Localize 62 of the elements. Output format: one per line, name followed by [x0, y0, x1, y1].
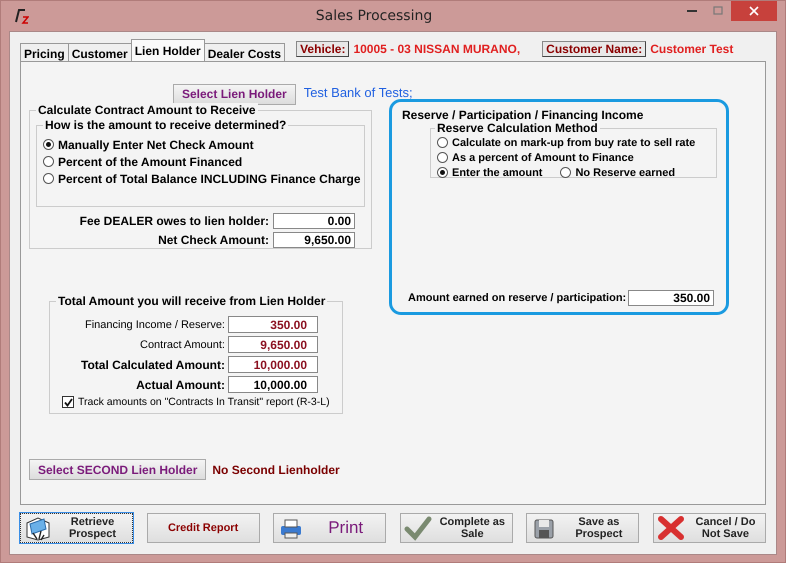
close-icon: [749, 6, 759, 16]
group-title: Total Amount you will receive from Lien Holder: [56, 294, 328, 308]
maximize-icon: [713, 6, 723, 16]
field-label: Customer Name:: [542, 40, 646, 56]
input-field[interactable]: 350.00: [228, 316, 318, 333]
second-lien-holder-status: No Second Lienholder: [212, 462, 340, 476]
check-icon: [64, 398, 72, 406]
toolbar-button[interactable]: Credit Report: [146, 513, 260, 543]
input-field[interactable]: 350.00: [628, 290, 714, 306]
window-title: Sales Processing: [314, 8, 434, 24]
field-label: Net Check Amount:: [158, 233, 269, 247]
input-field[interactable]: 10,000.00: [228, 356, 318, 373]
customer-value: Customer Test: [650, 42, 734, 56]
checkbox-label: Track amounts on "Contracts In Transit" report (R-3-L): [78, 396, 330, 408]
input-field[interactable]: 9,650.00: [228, 336, 318, 353]
radio-button[interactable]: [560, 167, 572, 178]
radio-label: Enter the amount: [452, 166, 542, 178]
toolbar-button[interactable]: Cancel / Do Not Save: [652, 513, 766, 543]
tab[interactable]: Lien Holder: [130, 39, 205, 61]
check-icon: [404, 515, 432, 541]
vehicle-value: 10005 - 03 NISSAN MURANO,: [353, 42, 520, 56]
tab[interactable]: Customer: [68, 43, 132, 61]
group-title: Reserve / Participation / Financing Income: [402, 108, 644, 122]
input-field[interactable]: 9,650.00: [273, 232, 355, 248]
radio-label: No Reserve earned: [575, 166, 676, 178]
radio-label: Manually Enter Net Check Amount: [58, 138, 254, 152]
lien-holder-name: Test Bank of Tests;: [304, 84, 413, 100]
group-title: How is the amount to receive determined?: [43, 118, 288, 132]
input-field[interactable]: 10,000.00: [228, 376, 318, 393]
field-label: Actual Amount:: [136, 378, 225, 392]
toolbar-button[interactable]: Retrieve Prospect: [20, 513, 133, 543]
toolbar-button[interactable]: Complete as Sale: [400, 513, 513, 543]
radio-label: As a percent of Amount to Finance: [452, 152, 634, 164]
tab[interactable]: Pricing: [20, 43, 69, 61]
field-label: Vehicle:: [296, 40, 350, 56]
radio-button[interactable]: [437, 152, 448, 163]
radio-label: Calculate on mark-up from buy rate to sell rate: [452, 136, 696, 148]
group-title: Reserve Calculation Method: [435, 121, 600, 135]
toolbar-button[interactable]: Save as Prospect: [526, 513, 640, 543]
cancel-icon: [656, 515, 685, 541]
field-label: Amount earned on reserve / participation:: [408, 292, 626, 304]
folder-icon: [24, 515, 52, 541]
group-title: Calculate Contract Amount to Receive: [36, 103, 258, 117]
checkbox[interactable]: [62, 396, 74, 408]
toolbar-button[interactable]: Print: [273, 513, 386, 543]
radio-button[interactable]: [437, 137, 448, 148]
minimize-icon: [687, 10, 697, 12]
close-button[interactable]: [731, 1, 777, 21]
radio-button[interactable]: [43, 139, 54, 150]
field-label: Fee DEALER owes to lien holder:: [80, 214, 269, 228]
radio-button[interactable]: [43, 173, 54, 184]
field-label: Contract Amount:: [140, 338, 225, 350]
radio-button[interactable]: [437, 167, 448, 178]
radio-button[interactable]: [43, 156, 54, 167]
radio-label: Percent of Total Balance INCLUDING Finance Charge: [58, 172, 361, 186]
input-field[interactable]: 0.00: [273, 213, 355, 229]
select-second-lien-holder-button[interactable]: Select SECOND Lien Holder: [29, 459, 206, 480]
field-label: Total Calculated Amount:: [81, 358, 225, 372]
tab[interactable]: Dealer Costs: [204, 43, 286, 61]
radio-label: Percent of the Amount Financed: [58, 154, 242, 168]
select-lien-holder-button[interactable]: Select Lien Holder: [173, 84, 296, 104]
field-label: Financing Income / Reserve:: [84, 318, 225, 330]
